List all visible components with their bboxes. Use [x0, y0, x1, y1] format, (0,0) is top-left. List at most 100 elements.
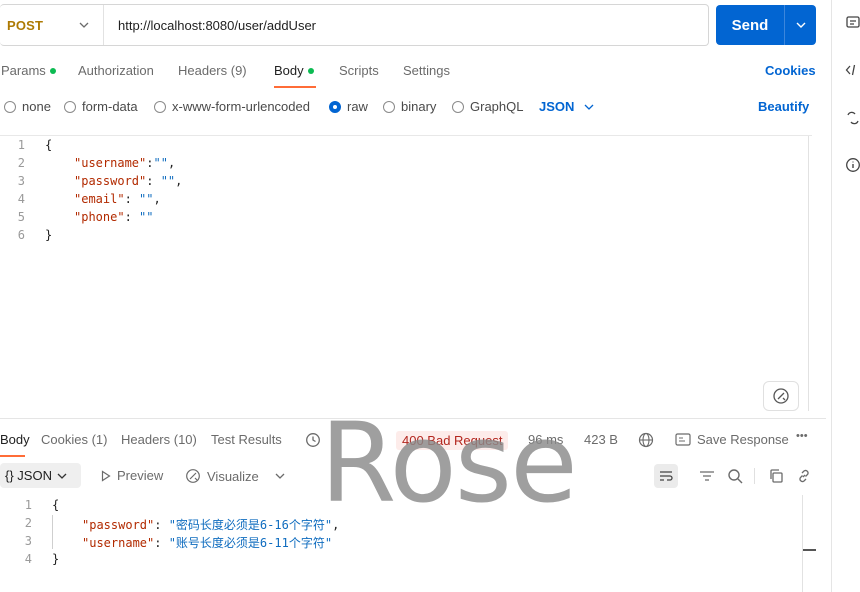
editor-scrollbar[interactable] — [808, 136, 809, 411]
tab-label: Headers (9) — [178, 63, 247, 78]
chevron-down-icon — [796, 22, 805, 28]
copy-link-button[interactable] — [794, 466, 814, 486]
chevron-down-icon — [57, 473, 67, 479]
right-rail-border — [831, 0, 832, 592]
code-icon[interactable] — [845, 62, 860, 78]
method-label: POST — [7, 17, 44, 33]
more-options-icon[interactable]: ••• — [796, 430, 808, 442]
response-format-label: {} JSON — [5, 468, 52, 483]
search-button[interactable] — [725, 466, 745, 486]
tab-headers[interactable]: Headers (9) — [178, 63, 247, 78]
json-value: "" — [153, 156, 168, 170]
visualize-icon — [186, 469, 200, 483]
line-number: 2 — [24, 516, 32, 530]
response-size[interactable]: 423 B — [584, 432, 618, 447]
line-number: 1 — [17, 138, 25, 152]
json-key: "password" — [82, 518, 155, 532]
copy-icon — [770, 469, 783, 483]
code-line: "email": "", — [74, 192, 161, 206]
tab-label: Authorization — [78, 63, 154, 78]
json-key: "username" — [74, 156, 147, 170]
globe-icon[interactable] — [638, 432, 654, 448]
line-number: 2 — [17, 156, 25, 170]
json-comma: , — [175, 174, 183, 188]
url-input[interactable]: http://localhost:8080/user/addUser — [104, 18, 316, 33]
body-type-raw[interactable]: raw — [329, 99, 368, 114]
tab-authorization[interactable]: Authorization — [78, 63, 154, 78]
chevron-down-icon — [584, 104, 594, 110]
comments-icon[interactable] — [845, 15, 860, 31]
radio-icon — [64, 100, 76, 113]
json-key: "password" — [74, 174, 147, 188]
json-value: "账号长度必须是6-11个字符" — [168, 536, 333, 550]
tab-body[interactable]: Body — [274, 63, 314, 78]
raw-format-select[interactable]: JSON — [539, 99, 594, 114]
copy-button[interactable] — [766, 466, 786, 486]
beautify-button[interactable]: Beautify — [758, 99, 809, 114]
wrap-lines-button[interactable] — [654, 464, 678, 488]
code-line: "password": "", — [74, 174, 182, 188]
radio-label: GraphQL — [470, 99, 524, 114]
json-sep: : — [146, 174, 161, 188]
related-icon[interactable] — [845, 110, 860, 126]
radio-label: raw — [347, 99, 368, 114]
tab-label: Params — [1, 63, 46, 78]
radio-icon — [4, 100, 16, 113]
body-type-urlencoded[interactable]: x-www-form-urlencoded — [154, 99, 310, 114]
body-type-none[interactable]: none — [4, 99, 51, 114]
response-scrollbar[interactable] — [802, 495, 803, 592]
url-bar: POST http://localhost:8080/user/addUser — [0, 4, 709, 46]
active-tab-indicator — [0, 455, 25, 457]
response-tab-body[interactable]: Body — [0, 432, 30, 447]
send-options-button[interactable] — [784, 5, 816, 45]
json-key: "email" — [74, 192, 125, 206]
json-value: "" — [139, 192, 154, 206]
tab-label: Settings — [403, 63, 450, 78]
send-button[interactable]: Send — [716, 5, 816, 45]
tab-scripts[interactable]: Scripts — [339, 63, 379, 78]
radio-icon — [154, 100, 166, 113]
save-response-button[interactable]: Save Response — [675, 432, 789, 447]
body-type-binary[interactable]: binary — [383, 99, 436, 114]
toolbar-divider — [754, 468, 755, 484]
info-icon[interactable] — [845, 157, 860, 173]
response-tab-test-results[interactable]: Test Results — [211, 432, 282, 447]
method-select[interactable]: POST — [0, 5, 104, 45]
send-label: Send — [731, 16, 769, 34]
editor-divider — [0, 135, 812, 136]
response-tab-headers[interactable]: Headers (10) — [121, 432, 197, 447]
json-sep: : — [124, 210, 140, 224]
body-type-form-data[interactable]: form-data — [64, 99, 138, 114]
response-format-select[interactable]: {} JSON — [0, 463, 81, 488]
response-tab-cookies[interactable]: Cookies (1) — [41, 432, 107, 447]
save-icon — [675, 433, 691, 446]
preview-label: Preview — [117, 468, 164, 483]
filter-button[interactable] — [697, 466, 717, 486]
visualize-button[interactable]: Visualize — [185, 468, 285, 484]
tab-label: Scripts — [339, 63, 379, 78]
body-type-graphql[interactable]: GraphQL — [452, 99, 523, 114]
cookies-link[interactable]: Cookies — [765, 63, 816, 78]
filter-icon — [700, 471, 714, 481]
scrollbar-thumb[interactable] — [803, 549, 816, 551]
code-line: "username": "账号长度必须是6-11个字符" — [82, 534, 332, 551]
radio-label: binary — [401, 99, 437, 114]
tab-label: Body — [274, 63, 304, 78]
play-icon — [101, 469, 111, 482]
json-value: "" — [139, 210, 154, 224]
watermark-text: Rose — [320, 399, 578, 527]
tab-params[interactable]: Params — [1, 63, 56, 78]
search-icon — [728, 469, 743, 484]
line-number: 6 — [17, 228, 25, 242]
modified-dot-icon — [307, 67, 314, 74]
ai-assist-button[interactable] — [763, 381, 799, 411]
history-icon[interactable] — [305, 432, 321, 448]
code-brace: } — [45, 228, 53, 242]
tab-settings[interactable]: Settings — [403, 63, 450, 78]
code-line: "password": "密码长度必须是6-16个字符", — [82, 516, 339, 533]
preview-button[interactable]: Preview — [101, 468, 163, 483]
line-number: 4 — [24, 552, 32, 566]
code-brace: { — [52, 498, 60, 512]
indent-guide — [52, 515, 53, 549]
radio-icon — [383, 100, 395, 113]
